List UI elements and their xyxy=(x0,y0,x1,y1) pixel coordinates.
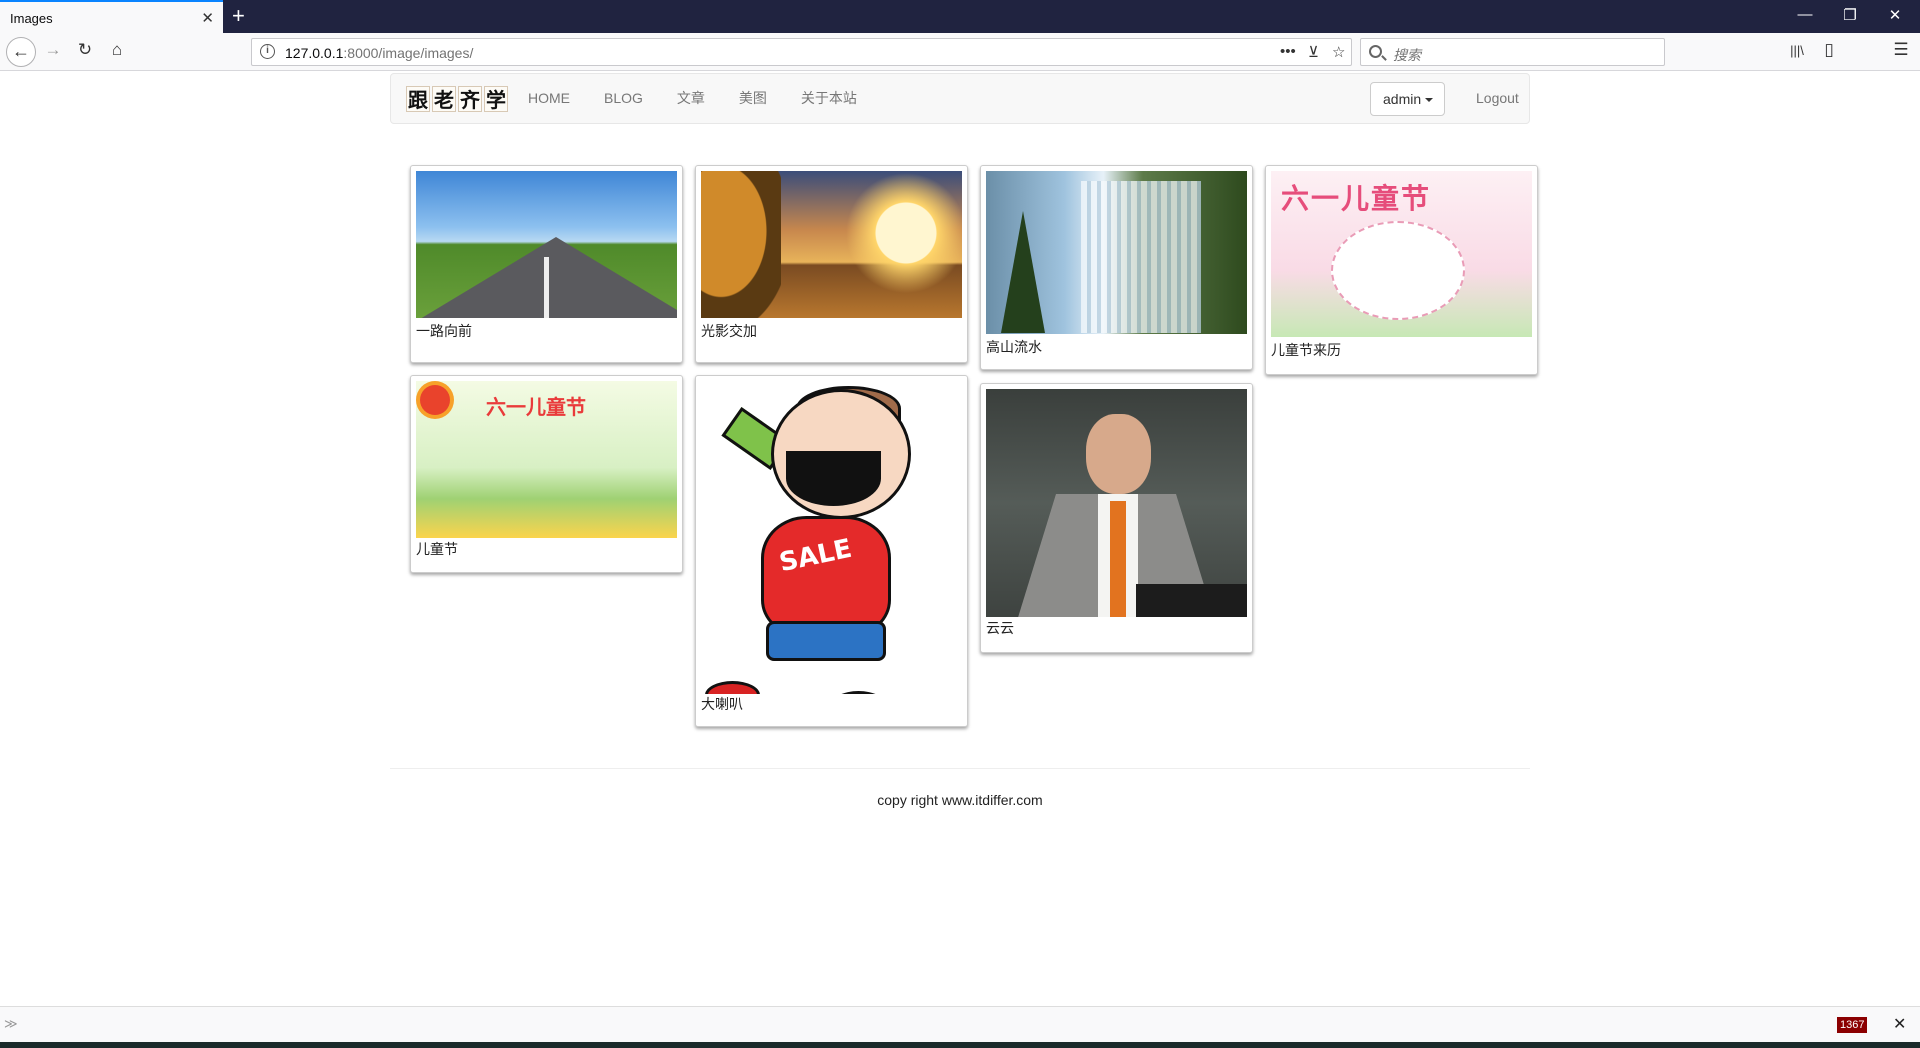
podium-shape xyxy=(1136,584,1247,617)
bottombar-close-icon[interactable]: ✕ xyxy=(1893,1014,1906,1034)
image-card[interactable]: 光影交加 xyxy=(695,165,968,363)
brand-logo[interactable]: 跟 老 齐 学 xyxy=(406,86,508,112)
nav-links: HOME BLOG 文章 美图 关于本站 xyxy=(511,74,874,123)
search-placeholder: 搜索 xyxy=(1393,47,1421,63)
shoe-shape xyxy=(831,691,886,694)
new-tab-button[interactable]: + xyxy=(232,4,245,28)
image-card[interactable]: SALE 大喇叭 xyxy=(695,375,968,727)
counter-badge: 1367 xyxy=(1837,1017,1868,1033)
browser-titlebar: Images ✕ + — ❐ ✕ xyxy=(0,0,1920,33)
browser-toolbar: ← → ↻ ⌂ i 127.0.0.1:8000/image/images/ •… xyxy=(0,33,1920,71)
brand-char: 齐 xyxy=(458,86,482,112)
tab-title: Images xyxy=(10,11,53,26)
nav-blog[interactable]: BLOG xyxy=(587,74,660,123)
library-icon[interactable]: |||\ xyxy=(1786,43,1808,58)
expand-icon[interactable]: ≫ xyxy=(4,1016,18,1032)
brand-char: 学 xyxy=(484,86,508,112)
image-card[interactable]: 一路向前 xyxy=(410,165,683,363)
tie-shape xyxy=(1110,501,1126,617)
image-caption: 光影交加 xyxy=(701,323,757,339)
site-info-icon[interactable]: i xyxy=(260,44,275,59)
shoe-shape xyxy=(705,681,760,694)
url-bar[interactable]: i 127.0.0.1:8000/image/images/ ••• ⊻ ☆ xyxy=(251,38,1352,66)
minimize-icon[interactable]: — xyxy=(1790,6,1820,23)
back-button[interactable]: ← xyxy=(6,37,36,67)
image-caption: 大喇叭 xyxy=(701,696,743,712)
image-card[interactable]: 儿童节 xyxy=(410,375,683,573)
tab-close-icon[interactable]: ✕ xyxy=(201,9,214,27)
browser-tab[interactable]: Images ✕ xyxy=(0,0,223,33)
reload-icon[interactable]: ↻ xyxy=(74,40,96,60)
face-shape xyxy=(1086,414,1151,494)
url-host: 127.0.0.1 xyxy=(285,45,344,61)
url-text[interactable]: 127.0.0.1:8000/image/images/ xyxy=(285,45,473,61)
sidebar-icon[interactable]: ▯ xyxy=(1818,40,1840,60)
mouth-shape xyxy=(786,451,881,506)
image-caption: 云云 xyxy=(986,620,1014,636)
search-input[interactable]: 搜索 xyxy=(1360,38,1665,66)
childrens-day-cartoon-image[interactable] xyxy=(416,381,677,538)
nav-home[interactable]: HOME xyxy=(511,74,587,123)
road-image[interactable] xyxy=(416,171,677,318)
logout-link[interactable]: Logout xyxy=(1461,74,1534,123)
bookmark-star-icon[interactable]: ☆ xyxy=(1332,43,1345,61)
nav-articles[interactable]: 文章 xyxy=(660,74,722,123)
search-icon xyxy=(1369,45,1382,58)
brand-char: 跟 xyxy=(406,86,430,112)
footer-divider xyxy=(390,768,1530,769)
brand-char: 老 xyxy=(432,86,456,112)
image-caption: 儿童节 xyxy=(416,541,458,557)
forward-icon[interactable]: → xyxy=(42,40,64,60)
image-caption: 一路向前 xyxy=(416,323,472,339)
os-taskbar xyxy=(0,1042,1920,1048)
user-name: admin xyxy=(1383,91,1422,107)
url-path: :8000/image/images/ xyxy=(343,45,474,61)
waterfall-image[interactable] xyxy=(986,171,1247,334)
nav-about[interactable]: 关于本站 xyxy=(784,74,874,123)
page-actions-icon[interactable]: ••• xyxy=(1280,43,1296,60)
restore-icon[interactable]: ❐ xyxy=(1835,6,1865,24)
childrens-day-poster-image[interactable] xyxy=(1271,171,1532,337)
bottom-toolbar: ≫ 1367 ✕ xyxy=(0,1006,1920,1042)
image-card[interactable]: 儿童节来历 xyxy=(1265,165,1538,375)
caret-down-icon xyxy=(1425,98,1434,103)
nav-images[interactable]: 美图 xyxy=(722,74,784,123)
pocket-icon[interactable]: ⊻ xyxy=(1308,43,1319,61)
footer-copyright: copy right www.itdiffer.com xyxy=(877,792,1043,808)
image-card[interactable]: 云云 xyxy=(980,383,1253,653)
window-close-icon[interactable]: ✕ xyxy=(1880,6,1910,24)
menu-icon[interactable]: ☰ xyxy=(1890,40,1912,60)
man-speaking-image[interactable] xyxy=(986,389,1247,617)
sunset-image[interactable] xyxy=(701,171,962,318)
shirt-shape xyxy=(761,516,891,636)
image-caption: 儿童节来历 xyxy=(1271,342,1341,358)
site-navbar: 跟 老 齐 学 HOME BLOG 文章 美图 关于本站 admin Logou… xyxy=(390,73,1530,124)
sale-cartoon-image[interactable]: SALE xyxy=(701,381,962,694)
home-icon[interactable]: ⌂ xyxy=(106,40,128,60)
shorts-shape xyxy=(766,621,886,661)
image-caption: 高山流水 xyxy=(986,339,1042,355)
image-card[interactable]: 高山流水 xyxy=(980,165,1253,370)
user-dropdown-button[interactable]: admin xyxy=(1370,82,1445,116)
